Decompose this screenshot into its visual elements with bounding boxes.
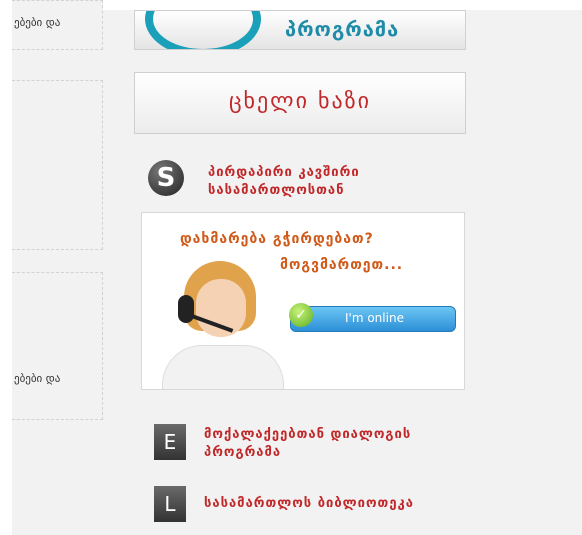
letter-l-icon: L (154, 486, 186, 522)
support-agent-image (162, 261, 284, 389)
headset-icon (178, 295, 194, 323)
skype-icon: S (148, 160, 184, 196)
content-panel-middle (12, 80, 103, 250)
citizen-dialogue-line1: მოქალაქეებთან დიალოგის (204, 427, 412, 442)
letter-e-icon: E (154, 424, 186, 460)
skype-contact-label: პირდაპირი კავშირი სასამართლოსთან (208, 164, 360, 200)
online-button-label: I'm online (345, 311, 404, 325)
hotline-banner[interactable]: ცხელი ხაზი (134, 72, 466, 134)
citizen-dialogue-label: მოქალაქეებთან დიალოგის პროგრამა (204, 426, 411, 462)
content-panel-bottom (12, 272, 103, 420)
content-snippet-top: ებები და (14, 16, 61, 29)
court-library-label: სასამართლოს ბიბლიოთეკა (204, 496, 414, 511)
hotline-label: ცხელი ხაზი (228, 89, 372, 114)
skype-label-line2: სასამართლოსთან (208, 183, 345, 198)
program-banner-label: პროგრამა (285, 17, 400, 41)
content-snippet-bottom: ებები და (14, 372, 61, 385)
check-icon: ✓ (289, 303, 313, 327)
citizen-dialogue-line2: პროგრამა (204, 445, 282, 460)
help-answer: მოგვმართეთ... (280, 257, 404, 273)
program-banner[interactable]: პროგრამა (134, 10, 466, 50)
online-button[interactable]: ✓ I'm online (289, 303, 456, 332)
skype-label-line1: პირდაპირი კავშირი (208, 165, 360, 180)
program-logo-icon (145, 11, 261, 49)
help-question: დახმარება გჭირდებათ? (180, 231, 374, 247)
live-help-panel[interactable]: დახმარება გჭირდებათ? მოგვმართეთ... ✓ I'm… (141, 212, 465, 390)
skype-contact-link[interactable]: S პირდაპირი კავშირი სასამართლოსთან (148, 160, 458, 206)
